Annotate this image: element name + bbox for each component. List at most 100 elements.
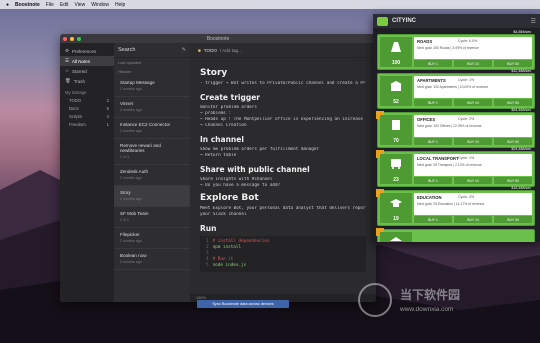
menu-window[interactable]: Window: [91, 2, 109, 8]
list-item[interactable]: Filepicker 2 months ago: [114, 228, 190, 249]
next-goal: Next goal: 25 Education | 14.17% of reve…: [417, 202, 485, 206]
sidebar-item-trash[interactable]: 🗑 Trash: [60, 76, 114, 86]
note-date: 2 months ago: [120, 87, 142, 91]
cycle-progress: Cycle: 2%: [458, 117, 475, 121]
next-goal: Next goal: 100 Offices | 22.35% of reven…: [417, 124, 482, 128]
note-date: 2 of 2: [120, 218, 129, 222]
building-tile[interactable]: 19: [380, 193, 412, 223]
list-item[interactable]: Instance EC2 Connector 2 months ago: [114, 118, 190, 139]
sort-selector[interactable]: Last updated: [114, 58, 190, 67]
building-card-local-transport[interactable]: 23 $24,488/sec LOCAL TRANSPORT Cycle: 1%…: [376, 147, 535, 187]
list-item[interactable]: Remove newari and newlibraries 2 of 3: [114, 139, 190, 165]
buy-10-button[interactable]: BUY 10: [454, 138, 492, 145]
graduation-cap-icon: [390, 199, 402, 207]
buy-buttons: BUY 1 BUY 10 BUY 50: [414, 216, 532, 223]
apple-icon[interactable]: ●: [6, 2, 9, 8]
new-note-icon[interactable]: ✎: [182, 47, 186, 53]
list-item-selected[interactable]: Story 2 months ago: [114, 186, 190, 207]
title-bar[interactable]: Boostnote: [60, 34, 376, 43]
note-list: Search ✎ Last updated Header Startup Mes…: [114, 43, 191, 302]
folder-label: Docs: [69, 105, 79, 111]
buy-50-button[interactable]: BUY 50: [494, 177, 532, 184]
folder-count: 2: [106, 97, 109, 103]
building-card-health[interactable]: [376, 228, 535, 242]
buy-1-button[interactable]: BUY 1: [414, 99, 452, 106]
menu-view[interactable]: View: [74, 2, 85, 8]
list-item[interactable]: Startup Message 2 months ago: [114, 76, 190, 97]
folder-item[interactable]: TODO 2: [60, 96, 114, 104]
note-editor[interactable]: ■ TODO / Add tag... Story - trigger → Bo…: [190, 43, 376, 302]
search-input[interactable]: Search: [118, 47, 135, 53]
menu-help[interactable]: Help: [115, 2, 125, 8]
list-item[interactable]: SF Mob Team 2 of 2: [114, 207, 190, 228]
buy-1-button[interactable]: BUY 1: [414, 216, 452, 223]
boostnote-window: Boostnote ⚙ Preferences ☰ All Notes ☆ St…: [60, 34, 376, 302]
folder-count: 4: [106, 113, 109, 119]
list-group-header: Header: [118, 69, 132, 74]
list-item[interactable]: Zendesk Auth 2 months ago: [114, 165, 190, 186]
section-line: → Channel Creation: [200, 123, 247, 128]
building-tile[interactable]: 23: [380, 154, 412, 184]
list-item[interactable]: Vinnet 2 months ago: [114, 97, 190, 118]
code-block[interactable]: 1 # install dependencies 2 npm install 3 4…: [200, 236, 366, 272]
income-rate: $54,488/sec: [511, 108, 531, 112]
menu-edit[interactable]: Edit: [60, 2, 69, 8]
building-card-apartments[interactable]: 52 $12,488/sec APARTMENTS Cycle: 1% Next…: [377, 69, 535, 109]
folder-label: TODO: [69, 97, 82, 103]
building-card-roads[interactable]: 100 $4,584/sec ROADS Cycle: 0.0% Next go…: [377, 30, 535, 70]
income-rate: $12,488/sec: [511, 69, 531, 73]
folder-label: Scripts: [69, 113, 82, 119]
sidebar-item-label: Starred: [72, 68, 87, 74]
bus-icon: [391, 159, 401, 169]
sidebar-item-all-notes[interactable]: ☰ All Notes: [60, 56, 114, 66]
building-tile[interactable]: 70: [380, 115, 412, 145]
tag-input[interactable]: / Add tag...: [220, 48, 242, 53]
breadcrumb: ■ TODO / Add tag...: [190, 43, 376, 58]
buy-50-button[interactable]: BUY 50: [494, 138, 532, 145]
buy-1-button[interactable]: BUY 1: [414, 138, 452, 145]
income-rate: $18,488/sec: [511, 186, 531, 190]
building-card-offices[interactable]: 70 $54,488/sec OFFICES Cycle: 2% Next go…: [376, 108, 535, 148]
sidebar-item-preferences[interactable]: ⚙ Preferences: [60, 46, 114, 56]
breadcrumb-folder[interactable]: TODO: [204, 48, 217, 53]
buy-50-button[interactable]: BUY 50: [494, 216, 532, 223]
buy-1-button[interactable]: BUY 1: [414, 177, 452, 184]
menu-icon[interactable]: ☰: [531, 18, 536, 25]
building-count: 19: [393, 216, 399, 222]
income-rate: $4,584/sec: [513, 30, 531, 34]
code-line: # install dependencies: [212, 239, 270, 244]
note-title: Instance EC2 Connector: [120, 122, 171, 127]
note-title: Story: [120, 190, 131, 195]
storage-group-label[interactable]: My Storage: [60, 86, 114, 96]
building-count: 23: [393, 177, 399, 183]
buy-50-button[interactable]: BUY 50: [494, 99, 532, 106]
building-tile[interactable]: 100: [380, 37, 412, 67]
note-content[interactable]: Story - trigger → Bot writes to Private/…: [190, 58, 376, 272]
buy-10-button[interactable]: BUY 10: [454, 216, 492, 223]
note-date: 2 months ago: [120, 239, 142, 243]
building-name: ROADS: [417, 39, 433, 44]
macos-menubar: ● Boostnote File Edit View Window Help: [0, 0, 540, 9]
folder-item[interactable]: Docs 5: [60, 104, 114, 112]
buy-10-button[interactable]: BUY 10: [454, 99, 492, 106]
list-item[interactable]: Boolean now 2 months ago: [114, 249, 190, 270]
note-date: 2 months ago: [120, 129, 142, 133]
buy-1-button[interactable]: BUY 1: [414, 60, 452, 67]
buy-10-button[interactable]: BUY 10: [454, 177, 492, 184]
notes-icon: ☰: [65, 58, 70, 63]
menu-file[interactable]: File: [46, 2, 54, 8]
folder-item[interactable]: Freedom 1: [60, 120, 114, 128]
note-date: 2 months ago: [120, 197, 142, 201]
buy-50-button[interactable]: BUY 50: [494, 60, 532, 67]
building-tile[interactable]: [380, 232, 412, 242]
watermark-logo: [358, 283, 392, 317]
building-card-education[interactable]: 19 $18,488/sec EDUCATION Cycle: 3% Next …: [376, 186, 535, 226]
buy-10-button[interactable]: BUY 10: [454, 60, 492, 67]
menubar-app-name[interactable]: Boostnote: [15, 2, 40, 8]
building-name: EDUCATION: [417, 195, 442, 200]
note-date: 2 months ago: [120, 260, 142, 264]
building-tile[interactable]: 52: [380, 76, 412, 106]
folder-item[interactable]: Scripts 4: [60, 112, 114, 120]
sidebar-item-starred[interactable]: ☆ Starred: [60, 66, 114, 76]
sync-banner[interactable]: Sync Boostnote data across devices: [197, 300, 289, 308]
